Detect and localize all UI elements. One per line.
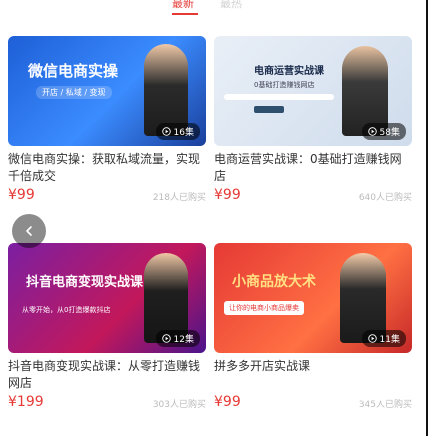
decorative-bar — [224, 94, 334, 100]
course-title[interactable]: 微信电商实操：获取私域流量，实现千倍成交 — [8, 151, 206, 185]
duration-text: 12集 — [173, 335, 194, 345]
play-icon — [367, 334, 377, 343]
play-icon — [161, 127, 171, 136]
duration-text: 11集 — [379, 335, 400, 345]
course-price: ¥99 — [214, 394, 241, 410]
purchase-count: 640人已购买 — [358, 193, 412, 203]
duration-badge: 16集 — [155, 123, 200, 140]
course-price: ¥99 — [214, 187, 241, 203]
course-title[interactable]: 抖音电商变现实战课：从零打造赚钱网店 — [8, 358, 206, 392]
duration-badge: 58集 — [361, 123, 406, 140]
purchase-count: 303人已购买 — [152, 400, 206, 410]
watermark: Baidu 百家号 — [314, 389, 387, 423]
duration-badge: 12集 — [155, 330, 200, 347]
course-thumbnail[interactable]: 电商运营实战课 0基础打造赚钱网店 58集 — [214, 36, 412, 146]
play-icon — [367, 127, 377, 136]
thumbnail-title: 微信电商实操 — [28, 62, 119, 80]
course-title[interactable]: 电商运营实战课：0基础打造赚钱网店 — [214, 151, 412, 185]
course-card[interactable]: 微信电商实操 开店 / 私域 / 变现 16集 微信电商实操：获取私域流量，实现… — [8, 36, 206, 207]
window-edge — [426, 0, 428, 436]
thumbnail-title: 电商运营实战课 — [254, 66, 324, 77]
thumbnail-subtitle: 从零开始，从0打造爆款抖店 — [22, 306, 111, 314]
chevron-left-icon — [26, 226, 32, 236]
duration-badge: 11集 — [361, 330, 406, 347]
course-thumbnail[interactable]: 小商品放大术 让你的电商小商品爆卖 11集 — [214, 243, 412, 353]
play-icon — [161, 334, 171, 343]
tab-active-indicator — [172, 13, 198, 15]
thumbnail-subtitle: 让你的电商小商品爆卖 — [224, 301, 304, 315]
purchase-count: 218人已购买 — [152, 193, 206, 203]
course-price: ¥99 — [8, 187, 35, 203]
thumbnail-subtitle: 开店 / 私域 / 变现 — [36, 86, 112, 99]
thumbnail-subtitle: 0基础打造赚钱网店 — [254, 81, 315, 89]
course-thumbnail[interactable]: 微信电商实操 开店 / 私域 / 变现 16集 — [8, 36, 206, 146]
tab-hot[interactable]: 最热 — [220, 0, 242, 11]
course-price: ¥199 — [8, 394, 44, 410]
course-thumbnail[interactable]: 抖音电商变现实战课 从零开始，从0打造爆款抖店 12集 — [8, 243, 206, 353]
decorative-tag — [254, 106, 284, 113]
thumbnail-title: 小商品放大术 — [232, 274, 316, 290]
duration-text: 16集 — [173, 128, 194, 138]
duration-text: 58集 — [379, 128, 400, 138]
tab-latest[interactable]: 最新 — [172, 0, 194, 11]
tab-bar: 最新 最热 — [0, 0, 433, 18]
back-button[interactable] — [12, 214, 46, 248]
course-card[interactable]: 电商运营实战课 0基础打造赚钱网店 58集 电商运营实战课：0基础打造赚钱网店 … — [214, 36, 412, 207]
thumbnail-title: 抖音电商变现实战课 — [26, 275, 144, 290]
course-card[interactable]: 抖音电商变现实战课 从零开始，从0打造爆款抖店 12集 抖音电商变现实战课：从零… — [8, 243, 206, 414]
